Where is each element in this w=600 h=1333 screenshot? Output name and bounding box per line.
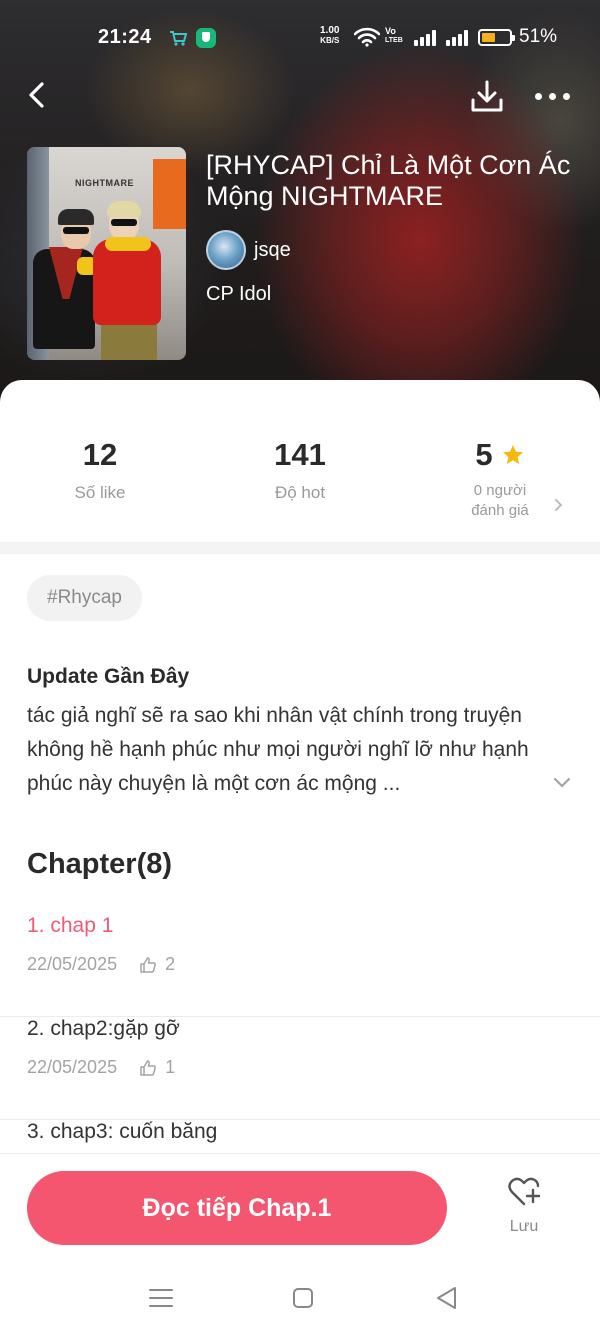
likes-count: 12 — [82, 437, 118, 472]
download-button[interactable] — [468, 78, 506, 116]
save-button[interactable]: Lưu — [494, 1176, 554, 1246]
chapter-date: 22/05/2025 — [27, 1057, 118, 1077]
chapter-meta: 22/05/2025 1 — [27, 1057, 175, 1078]
author-link[interactable]: jsqe — [206, 230, 291, 270]
thumbs-up-icon — [140, 956, 156, 973]
cover-sign-text: NIGHTMARE — [75, 178, 134, 188]
heart-plus-icon — [508, 1177, 541, 1206]
likes-label: Số like — [74, 483, 126, 502]
story-title: [RHYCAP] Chỉ Là Một Cơn Ác Mộng NIGHTMAR… — [206, 150, 571, 211]
story-category[interactable]: CP Idol — [206, 283, 271, 306]
more-dot — [549, 93, 556, 100]
hot-count: 141 — [274, 437, 326, 472]
shield-app-icon — [196, 28, 216, 48]
hot-label: Độ hot — [274, 483, 326, 502]
rating-count-line1: 0 người — [473, 482, 527, 499]
author-name: jsqe — [254, 238, 291, 261]
chevron-left-icon — [29, 82, 44, 108]
chapter-title: 2. chap2:gặp gỡ — [27, 1017, 180, 1040]
chevron-down-icon[interactable] — [553, 775, 571, 789]
stats-row: 12 Số like 141 Độ hot 5 0 người đánh giá — [0, 435, 600, 545]
cover-figure-left-shades — [63, 227, 89, 234]
cover-figure-right-shades — [111, 219, 137, 226]
more-options-button[interactable] — [532, 82, 572, 112]
chapters-header: Chapter(8) — [27, 848, 173, 880]
signal-icon-sim2 — [446, 30, 468, 46]
system-navigation-bar — [0, 1263, 600, 1333]
tag-chip[interactable]: #Rhycap — [27, 575, 142, 621]
status-time: 21:24 — [98, 26, 152, 48]
rating-value: 5 — [475, 437, 493, 472]
cover-figure-right-scarf — [105, 237, 151, 251]
shop-app-icon — [168, 28, 188, 48]
battery-icon — [478, 29, 515, 46]
star-icon — [502, 445, 523, 464]
bottom-action-bar: Đọc tiếp Chap.1 Lưu — [0, 1153, 600, 1263]
section-divider — [0, 542, 600, 554]
battery-percent: 51% — [519, 26, 558, 47]
cover-figure-left-cap — [58, 209, 94, 225]
volte-top: Vo — [385, 26, 396, 36]
download-icon — [471, 80, 503, 112]
stat-rating[interactable]: 5 0 người đánh giá — [400, 435, 600, 521]
back-triangle-icon[interactable] — [431, 1283, 461, 1313]
back-button[interactable] — [20, 78, 56, 114]
volte-bottom: LTEB — [385, 37, 403, 44]
rating-count-line2: đánh giá — [471, 502, 529, 519]
stat-hot: 141 Độ hot — [200, 435, 400, 503]
menu-icon[interactable] — [146, 1283, 176, 1313]
volte-indicator: Vo LTEB — [385, 26, 403, 46]
story-cover-image[interactable]: NIGHTMARE — [27, 147, 186, 360]
wifi-icon — [354, 27, 380, 47]
signal-icon-sim1 — [414, 30, 436, 46]
more-horizontal-icon — [535, 93, 542, 100]
chapter-title: 3. chap3: cuốn băng — [27, 1120, 218, 1143]
update-description: tác giả nghĩ sẽ ra sao khi nhân vật chín… — [27, 704, 529, 795]
save-label: Lưu — [509, 1218, 539, 1235]
author-avatar — [206, 230, 246, 270]
stat-likes: 12 Số like — [0, 435, 200, 503]
chapter-likes: 1 — [165, 1057, 176, 1077]
cover-bg-sign — [153, 159, 186, 229]
chapter-item-1[interactable]: 1. chap 1 22/05/2025 2 — [0, 914, 600, 1017]
rating-row: 5 — [400, 435, 600, 475]
update-title: Update Gần Đây — [27, 665, 190, 688]
chapter-item-2[interactable]: 2. chap2:gặp gỡ 22/05/2025 1 — [0, 1017, 600, 1120]
chapter-date: 22/05/2025 — [27, 954, 118, 974]
story-hero-header: 21:24 1.00 KB/S Vo LTEB 51% NIGHTMARE [R… — [0, 0, 600, 420]
cover-figure-right-hair — [107, 201, 141, 217]
chapter-meta: 22/05/2025 2 — [27, 954, 175, 975]
battery-fill — [482, 33, 496, 42]
chapter-title: 1. chap 1 — [27, 914, 114, 937]
thumbs-up-icon — [140, 1059, 156, 1076]
more-dot — [563, 93, 570, 100]
continue-reading-button[interactable]: Đọc tiếp Chap.1 — [27, 1171, 447, 1245]
cover-figure-right-legs — [101, 319, 157, 360]
network-speed: 1.00 KB/S — [320, 26, 339, 46]
home-icon[interactable] — [288, 1283, 318, 1313]
status-bar: 21:24 1.00 KB/S Vo LTEB 51% — [0, 18, 600, 58]
network-speed-value: 1.00 — [320, 25, 340, 36]
cover-figure-right — [93, 239, 161, 325]
chapter-likes: 2 — [165, 954, 176, 974]
chevron-right-icon — [555, 499, 562, 511]
network-speed-unit: KB/S — [320, 36, 340, 45]
